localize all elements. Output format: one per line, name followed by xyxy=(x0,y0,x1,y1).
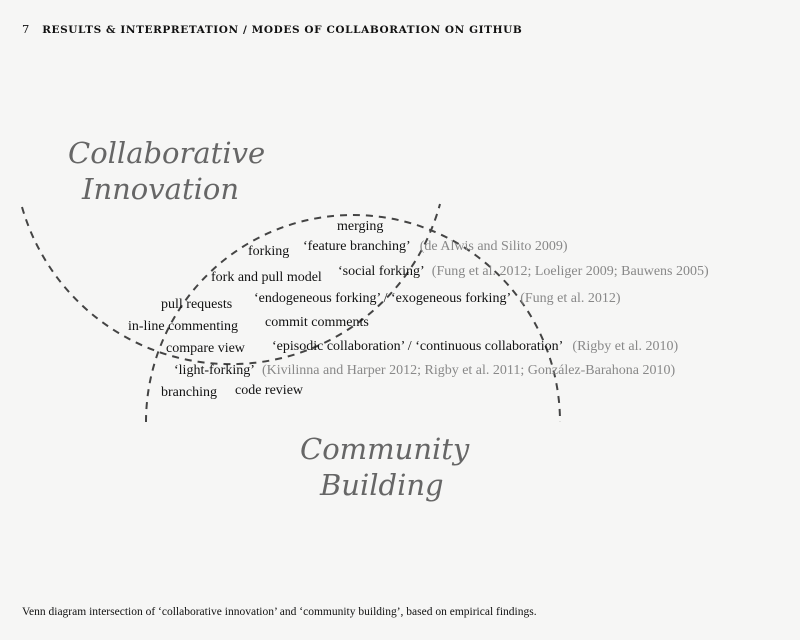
term-fork-and-pull: fork and pull model xyxy=(211,270,322,285)
term-light-forking: ‘light-forking’ xyxy=(174,363,255,378)
term-social-forking-line: ‘social forking’ (Fung et al. 2012; Loel… xyxy=(338,260,709,279)
term-social-forking: ‘social forking’ xyxy=(338,264,425,279)
term-compare-view: compare view xyxy=(166,341,246,356)
innovation-label-line2: Innovation xyxy=(81,172,239,206)
term-endo-exo-line: ‘endogeneous forking’ / ‘exogeneous fork… xyxy=(254,287,621,306)
term-inline-commenting: in-line commenting xyxy=(128,319,238,334)
term-pull-requests: pull requests xyxy=(161,297,232,312)
cite-light-forking: (Kivilinna and Harper 2012; Rigby et al.… xyxy=(262,363,675,378)
cite-episodic: (Rigby et al. 2010) xyxy=(572,339,678,354)
collaborative-innovation-label: Collaborative Innovation xyxy=(68,136,274,206)
term-endo-exo-forking: ‘endogeneous forking’ / ‘exogeneous fork… xyxy=(254,291,511,306)
community-building-label: Community Building xyxy=(300,432,479,502)
venn-diagram: Collaborative Innovation Community Build… xyxy=(21,136,709,502)
term-episodic-continuous: ‘episodic collaboration’ / ‘continuous c… xyxy=(272,339,563,354)
term-commit-comments: commit comments xyxy=(265,315,369,330)
collaborative-label-line1: Collaborative xyxy=(68,136,265,170)
cite-social-forking: (Fung et al. 2012; Loeliger 2009; Bauwen… xyxy=(432,264,709,279)
term-branching: branching xyxy=(161,385,217,400)
cite-feature-branching: (de Alwis and Silito 2009) xyxy=(420,239,568,254)
figure-caption: Venn diagram intersection of ‘collaborat… xyxy=(22,606,537,618)
term-code-review: code review xyxy=(235,383,304,398)
term-feature-branching: ‘feature branching’ xyxy=(303,239,411,254)
community-label-line1: Community xyxy=(300,432,470,466)
term-forking: forking xyxy=(248,244,289,259)
cite-endo-exo: (Fung et al. 2012) xyxy=(520,291,621,306)
term-episodic-line: ‘episodic collaboration’ / ‘continuous c… xyxy=(272,335,679,354)
term-feature-branching-line: ‘feature branching’ (de Alwis and Silito… xyxy=(303,235,568,254)
term-merging: merging xyxy=(337,219,383,234)
term-light-forking-line: ‘light-forking’ (Kivilinna and Harper 20… xyxy=(174,359,675,378)
building-label-line2: Building xyxy=(319,468,444,502)
